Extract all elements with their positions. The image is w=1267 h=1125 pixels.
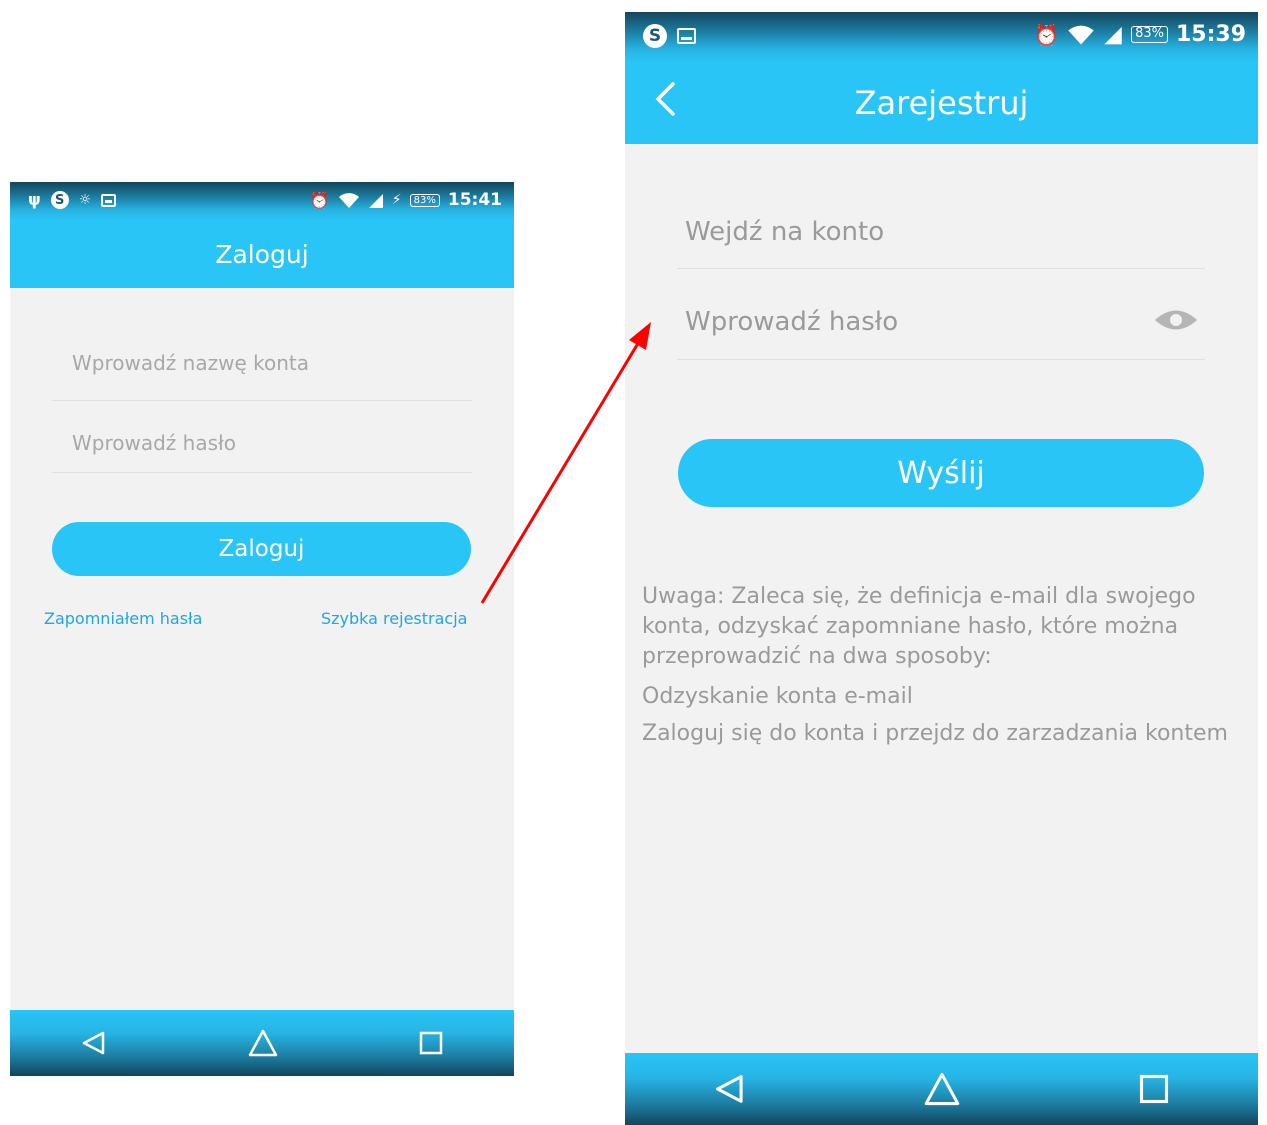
show-password-eye-icon[interactable] (1153, 307, 1199, 337)
page-title: Zaloguj (215, 239, 309, 269)
account-placeholder: Wejdź na konto (685, 217, 885, 247)
account-name-field[interactable]: Wprowadź nazwę konta (52, 325, 472, 401)
alarm-icon: ⏰ (309, 190, 330, 210)
back-arrow-icon[interactable] (653, 80, 677, 126)
back-icon[interactable] (81, 1031, 107, 1055)
image-icon (101, 193, 117, 207)
quick-register-link[interactable]: Szybka rejestracja (321, 609, 467, 628)
home-icon[interactable] (248, 1029, 278, 1057)
recovery-option-2: Zaloguj się do konta i przejdz do zarzad… (642, 721, 1228, 746)
nav-bar (625, 1053, 1258, 1125)
forgot-password-link[interactable]: Zapomniałem hasła (44, 609, 202, 628)
app-bar: Zarejestruj (625, 62, 1258, 144)
app-bar: Zaloguj (10, 220, 514, 288)
bulb-icon: ☼ (78, 192, 92, 208)
status-time: 15:41 (447, 190, 502, 210)
note-line-3: przeprowadzić na dwa sposoby: (642, 644, 992, 669)
page-title: Zarejestruj (854, 84, 1029, 122)
wifi-icon (1068, 25, 1094, 45)
skype-icon: S (643, 24, 667, 48)
note-line-1: Uwaga: Zaleca się, że definicja e-mail d… (642, 584, 1196, 609)
image-icon (677, 28, 696, 44)
recents-icon[interactable] (1139, 1074, 1169, 1104)
battery-indicator: 83% (409, 193, 440, 207)
note-line-2: konta, odzyskać zapomniane hasło, które … (642, 614, 1179, 639)
password-field[interactable]: Wprowadź hasło (677, 269, 1205, 360)
register-screen: S ⏰ 83% 15:39 Zarejestruj Wejdź na konto… (625, 12, 1258, 1125)
battery-indicator: 83% (1131, 26, 1168, 43)
account-name-placeholder: Wprowadź nazwę konta (72, 351, 309, 375)
alarm-icon: ⏰ (1034, 22, 1060, 47)
password-placeholder: Wprowadź hasło (685, 307, 899, 337)
charging-icon: ⚡ (391, 192, 402, 208)
signal-icon (368, 193, 383, 208)
login-button[interactable]: Zaloguj (52, 522, 471, 576)
status-bar: S ⏰ 83% 15:39 (625, 12, 1258, 62)
signal-icon (1104, 26, 1122, 44)
skype-icon: S (50, 191, 69, 209)
password-placeholder: Wprowadź hasło (72, 431, 236, 455)
home-icon[interactable] (923, 1072, 961, 1106)
status-bar: ψ S ☼ ⏰ ⚡ 83% 15:41 (10, 182, 514, 220)
back-icon[interactable] (714, 1074, 746, 1104)
usb-icon: ψ (28, 190, 41, 209)
account-field[interactable]: Wejdź na konto (677, 187, 1205, 269)
status-time: 15:39 (1175, 22, 1246, 47)
submit-button[interactable]: Wyślij (678, 439, 1204, 507)
password-field[interactable]: Wprowadź hasło (52, 401, 472, 473)
login-screen: ψ S ☼ ⏰ ⚡ 83% 15:41 Zaloguj Wprowadź naz… (10, 182, 514, 1076)
wifi-icon (338, 192, 359, 208)
nav-bar (10, 1010, 514, 1076)
recovery-option-1: Odzyskanie konta e-mail (642, 684, 913, 709)
recents-icon[interactable] (419, 1031, 443, 1055)
